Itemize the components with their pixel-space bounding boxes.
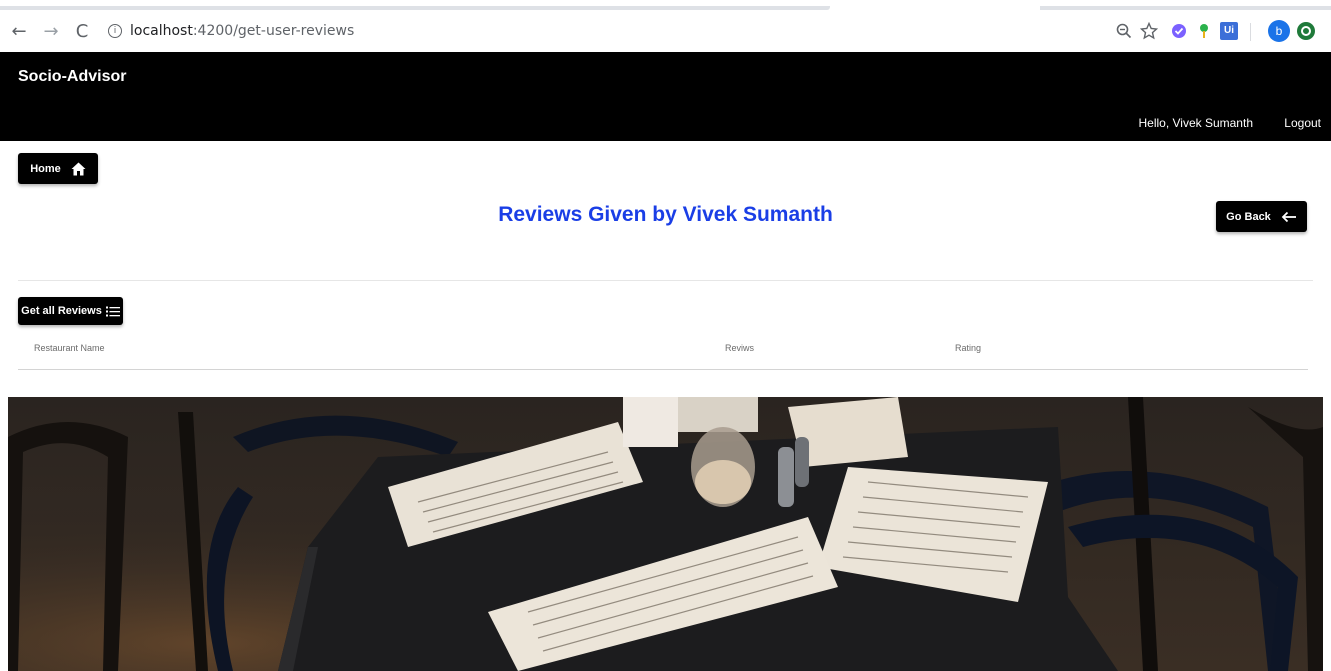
extension-check-icon[interactable]	[1170, 22, 1188, 40]
home-icon	[71, 162, 86, 175]
restaurant-table-illustration	[8, 397, 1323, 671]
user-greeting: Hello, Vivek Sumanth	[1138, 116, 1253, 130]
forward-nav-icon[interactable]: →	[40, 20, 62, 44]
toolbar-separator	[1250, 23, 1251, 41]
site-info-icon[interactable]: i	[108, 24, 122, 38]
list-icon	[105, 306, 120, 316]
column-header-rating[interactable]: Rating	[955, 343, 981, 353]
get-all-reviews-label: Get all Reviews	[21, 305, 102, 317]
url-path: :4200/get-user-reviews	[192, 23, 355, 39]
column-header-restaurant-name[interactable]: Restaurant Name	[34, 343, 105, 353]
url-host: localhost	[130, 23, 193, 39]
column-header-reviews[interactable]: Reviws	[725, 343, 754, 353]
extension-ui-icon[interactable]: Ui	[1220, 22, 1238, 40]
get-all-reviews-button[interactable]: Get all Reviews	[18, 297, 123, 325]
extension-pin-icon[interactable]	[1195, 22, 1213, 40]
app-header: Socio-Advisor Hello, Vivek Sumanth Logou…	[0, 52, 1331, 141]
brand-title[interactable]: Socio-Advisor	[18, 68, 126, 86]
bookmark-star-icon[interactable]	[1140, 22, 1158, 40]
page-title: Reviews Given by Vivek Sumanth	[498, 203, 833, 226]
address-bar[interactable]: i localhost:4200/get-user-reviews	[100, 18, 1130, 46]
tab-strip-segment	[0, 6, 830, 10]
table-header-border	[18, 369, 1308, 370]
browser-toolbar: ← → C i localhost:4200/get-user-reviews …	[0, 14, 1331, 52]
logout-link[interactable]: Logout	[1284, 116, 1321, 130]
tab-strip-segment	[1040, 6, 1331, 10]
url-text[interactable]: localhost:4200/get-user-reviews	[130, 23, 354, 39]
reload-icon[interactable]: C	[71, 20, 93, 44]
go-back-button-label: Go Back	[1226, 210, 1271, 223]
home-button-label: Home	[30, 162, 61, 175]
extension-circle-icon[interactable]	[1296, 21, 1316, 41]
back-nav-icon[interactable]: ←	[8, 20, 30, 44]
browser-tab-strip	[0, 0, 1331, 10]
profile-avatar-icon[interactable]: b	[1268, 20, 1290, 42]
arrow-left-icon	[1281, 211, 1296, 222]
go-back-button[interactable]: Go Back	[1216, 201, 1307, 232]
section-divider	[18, 280, 1313, 281]
restaurant-hero-image	[8, 397, 1323, 671]
zoom-icon[interactable]	[1115, 22, 1133, 40]
home-button[interactable]: Home	[18, 153, 98, 184]
